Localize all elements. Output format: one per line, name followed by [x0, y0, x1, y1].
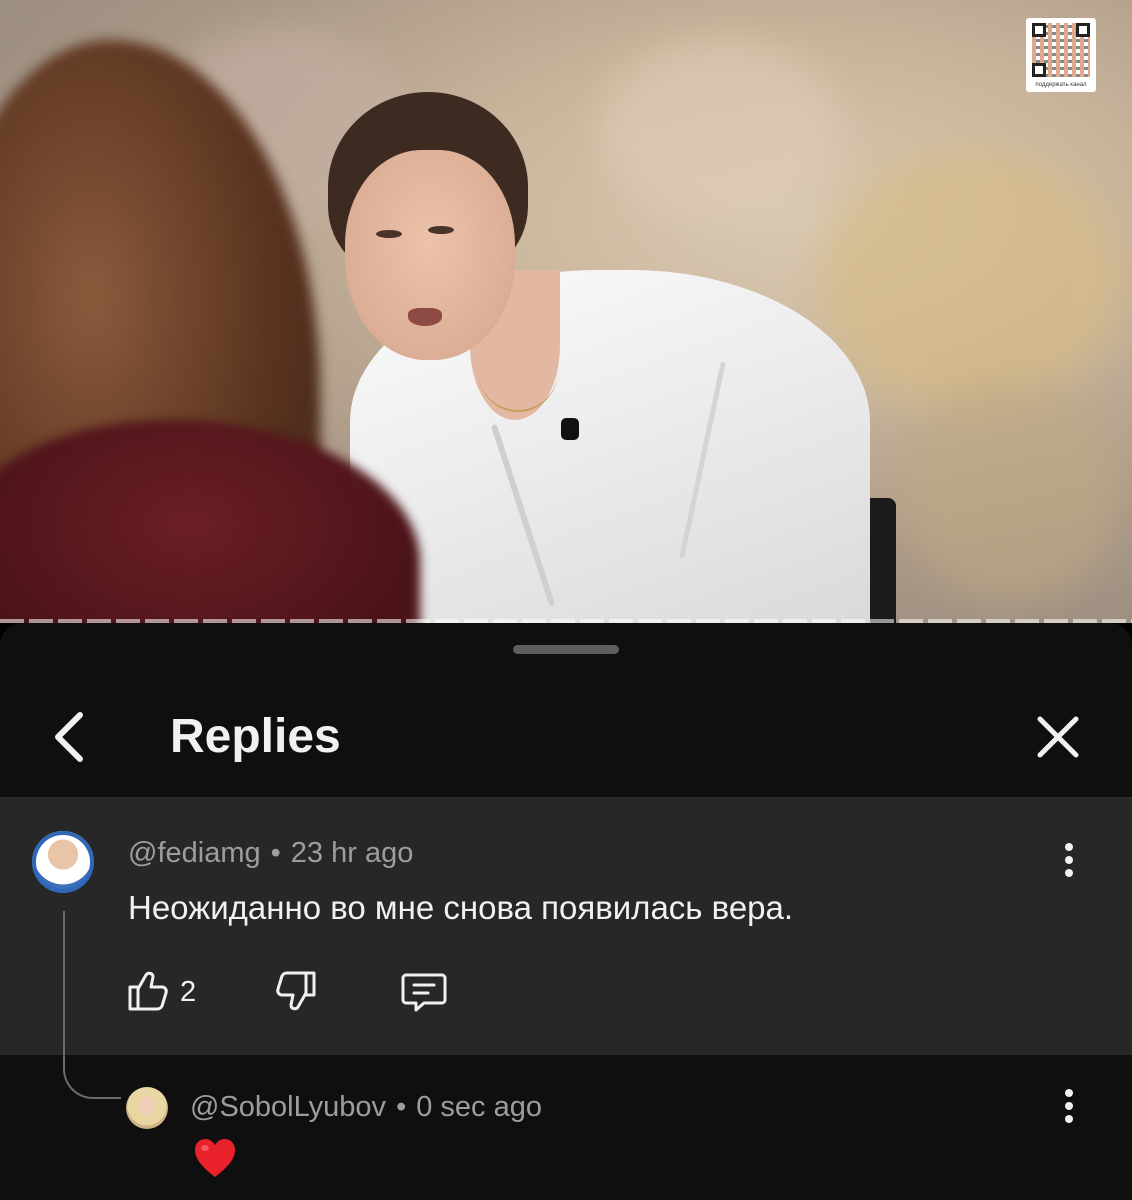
close-button[interactable]	[1030, 707, 1086, 767]
reply-time: 0 sec ago	[416, 1091, 542, 1123]
qr-finder	[1076, 23, 1090, 37]
thumbs-up-icon	[128, 971, 168, 1011]
more-dot	[1065, 1102, 1073, 1110]
sheet-title: Replies	[170, 710, 341, 763]
video-player[interactable]: поддержать канал	[0, 0, 1132, 623]
comment-menu-button[interactable]	[1054, 843, 1084, 883]
meta-separator: •	[270, 837, 281, 869]
avatar[interactable]	[126, 1087, 168, 1129]
more-dot	[1065, 856, 1073, 864]
dislike-button[interactable]	[272, 967, 322, 1017]
drag-handle[interactable]	[513, 645, 619, 654]
replies-sheet: Replies @fediamg • 23 hr ago Неожиданно во…	[0, 623, 1132, 1200]
comment-text: Неожиданно во мне снова появилась вера.	[128, 889, 794, 926]
face	[345, 150, 515, 360]
close-icon	[1037, 716, 1079, 758]
eye	[428, 226, 454, 234]
red-heart-emoji-icon	[195, 1139, 235, 1177]
like-count: 2	[180, 976, 197, 1008]
screen: поддержать канал Replies @fediamg • 23 h…	[0, 0, 1132, 1200]
reply-button[interactable]	[400, 967, 450, 1017]
necklace	[478, 330, 558, 412]
more-vertical-icon	[1065, 843, 1073, 851]
lapel-microphone	[561, 418, 579, 440]
donation-qr-code[interactable]: поддержать канал	[1026, 18, 1096, 92]
parent-comment: @fediamg • 23 hr ago Неожиданно во мне сно…	[0, 799, 1132, 1055]
meta-separator: •	[396, 1091, 407, 1123]
qr-finder	[1032, 23, 1046, 37]
reply-icon	[401, 973, 447, 1012]
eye	[376, 230, 402, 238]
sheet-header: Replies	[0, 683, 1132, 797]
qr-finder	[1032, 63, 1046, 77]
reply-author[interactable]: @SobolLyubov	[190, 1091, 386, 1123]
reply-comment: @SobolLyubov • 0 sec ago	[0, 1055, 1132, 1200]
like-button[interactable]: 2	[124, 967, 214, 1017]
wall-texture	[600, 40, 840, 220]
reply-menu-button[interactable]	[1054, 1089, 1084, 1129]
avatar[interactable]	[32, 831, 94, 893]
thumbs-down-icon	[276, 971, 316, 1011]
wall-texture	[900, 380, 1120, 600]
chevron-left-icon	[55, 712, 83, 762]
back-button[interactable]	[44, 707, 98, 767]
more-dot	[1065, 869, 1073, 877]
qr-caption: поддержать канал	[1035, 82, 1087, 88]
more-vertical-icon	[1065, 1089, 1073, 1097]
more-dot	[1065, 1115, 1073, 1123]
comment-time: 23 hr ago	[290, 837, 414, 869]
comment-meta: @fediamg • 23 hr ago	[128, 835, 413, 871]
wall-texture	[820, 150, 1120, 410]
reply-meta: @SobolLyubov • 0 sec ago	[190, 1089, 542, 1125]
comment-author[interactable]: @fediamg	[128, 837, 261, 869]
mouth	[408, 308, 442, 326]
